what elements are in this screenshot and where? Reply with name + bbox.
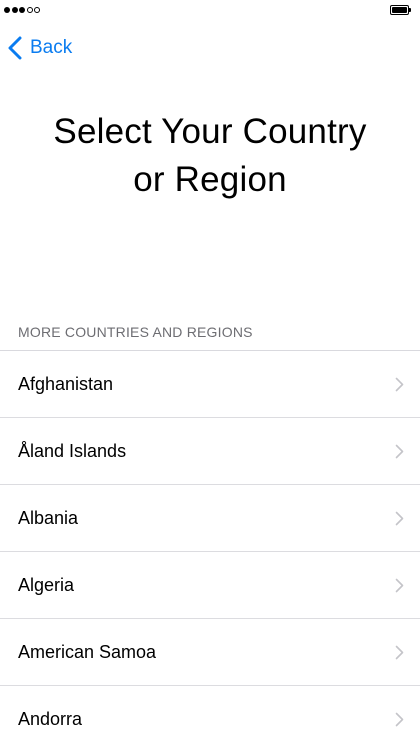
list-item-andorra[interactable]: Andorra	[0, 686, 420, 747]
signal-dot	[4, 7, 10, 13]
list-item-aland-islands[interactable]: Åland Islands	[0, 418, 420, 485]
list-item-label: Åland Islands	[18, 441, 127, 461]
signal-strength-icon	[4, 7, 40, 13]
chevron-right-icon	[395, 578, 404, 593]
page-title-line-2: or Region	[133, 160, 287, 199]
list-item-algeria[interactable]: Algeria	[0, 552, 420, 619]
country-list: Afghanistan Åland Islands Albania Algeri…	[0, 350, 420, 747]
chevron-left-icon	[8, 36, 22, 60]
section-header: MORE COUNTRIES AND REGIONS	[18, 324, 253, 340]
chevron-right-icon	[395, 712, 404, 727]
list-item-label: Afghanistan	[18, 374, 114, 394]
chevron-right-icon	[395, 444, 404, 459]
signal-dot	[19, 7, 25, 13]
back-button-label: Back	[30, 37, 73, 58]
chevron-right-icon	[395, 511, 404, 526]
signal-dot	[34, 7, 40, 13]
battery-tip	[409, 8, 411, 12]
list-item-label: American Samoa	[18, 642, 157, 662]
list-item-american-samoa[interactable]: American Samoa	[0, 619, 420, 686]
back-button[interactable]: Back	[8, 34, 72, 62]
list-item-label: Andorra	[18, 709, 83, 729]
list-item-afghanistan[interactable]: Afghanistan	[0, 351, 420, 418]
status-bar	[0, 0, 420, 22]
signal-dot	[26, 7, 33, 13]
list-item-label: Algeria	[18, 575, 75, 595]
chevron-right-icon	[395, 377, 404, 392]
page-title: Select Your Country or Region	[0, 108, 420, 204]
country-select-screen: Back Select Your Country or Region MORE …	[0, 0, 420, 747]
battery-body	[390, 5, 409, 15]
battery-icon	[390, 5, 412, 15]
list-item-label: Albania	[18, 508, 79, 528]
list-item-albania[interactable]: Albania	[0, 485, 420, 552]
page-title-line-1: Select Your Country	[53, 112, 367, 151]
battery-fill	[392, 7, 407, 13]
signal-dot	[11, 7, 18, 13]
chevron-right-icon	[395, 645, 404, 660]
